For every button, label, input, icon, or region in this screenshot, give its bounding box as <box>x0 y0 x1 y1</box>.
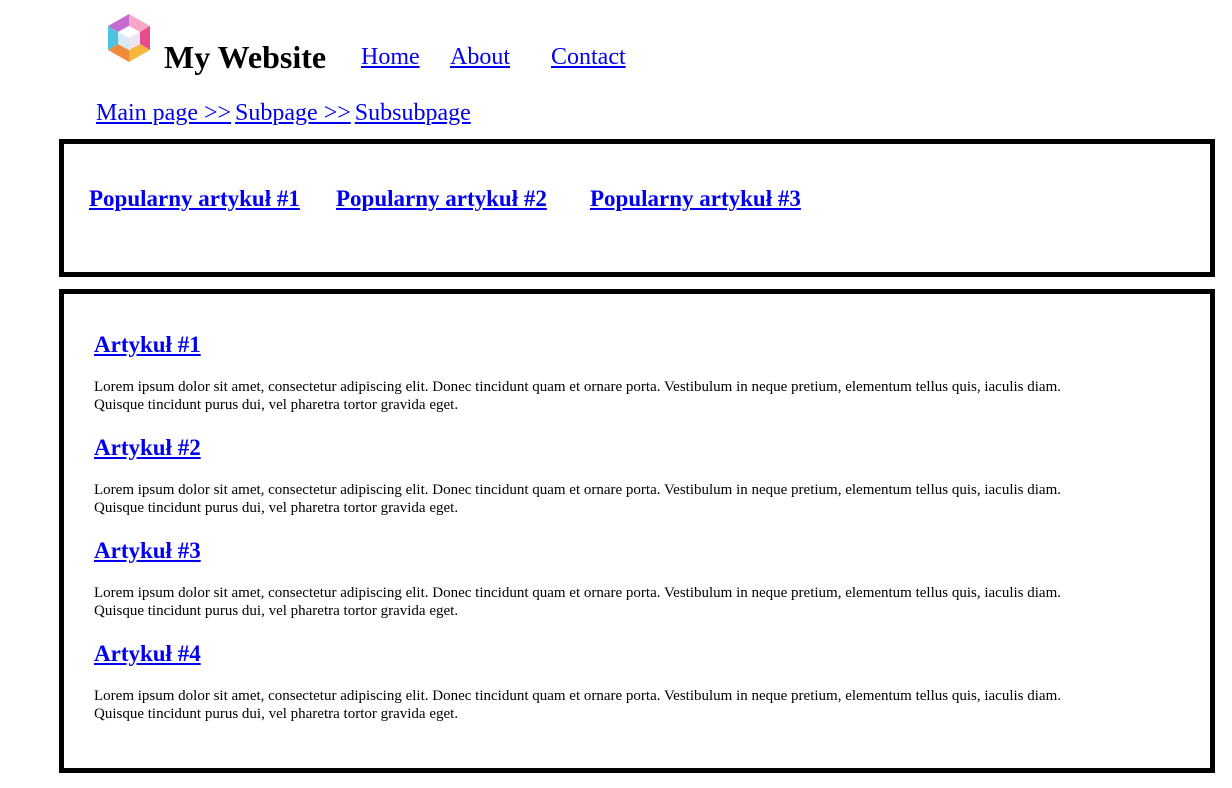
breadcrumb-main-page[interactable]: Main page >> <box>96 100 231 126</box>
popular-article-link-1[interactable]: Popularny artykuł #1 <box>89 185 300 213</box>
breadcrumb: Main page >> Subpage >> Subsubpage <box>96 99 475 127</box>
article-item: Artykuł #2 Lorem ipsum dolor sit amet, c… <box>94 434 1094 517</box>
nav-link-about[interactable]: About <box>450 43 510 71</box>
site-logo-icon <box>108 14 150 62</box>
popular-article-link-2[interactable]: Popularny artykuł #2 <box>336 185 547 213</box>
article-title-link[interactable]: Artykuł #4 <box>94 640 1094 668</box>
popular-article-link-3[interactable]: Popularny artykuł #3 <box>590 185 801 213</box>
site-header: My Website Home About Contact <box>0 0 1232 90</box>
nav-link-contact[interactable]: Contact <box>551 43 626 71</box>
breadcrumb-subpage[interactable]: Subpage >> <box>235 100 351 126</box>
article-excerpt: Lorem ipsum dolor sit amet, consectetur … <box>94 585 1062 619</box>
articles-section: Artykuł #1 Lorem ipsum dolor sit amet, c… <box>59 289 1215 773</box>
article-title-link[interactable]: Artykuł #1 <box>94 331 1094 359</box>
article-title-link[interactable]: Artykuł #3 <box>94 537 1094 565</box>
site-title: My Website <box>164 39 327 75</box>
article-item: Artykuł #1 Lorem ipsum dolor sit amet, c… <box>94 331 1094 414</box>
nav-link-home[interactable]: Home <box>361 43 420 71</box>
article-title-link[interactable]: Artykuł #2 <box>94 434 1094 462</box>
article-item: Artykuł #4 Lorem ipsum dolor sit amet, c… <box>94 640 1094 723</box>
article-excerpt: Lorem ipsum dolor sit amet, consectetur … <box>94 379 1062 413</box>
popular-articles-section: Popularny artykuł #1 Popularny artykuł #… <box>59 139 1215 277</box>
article-excerpt: Lorem ipsum dolor sit amet, consectetur … <box>94 482 1062 516</box>
article-item: Artykuł #3 Lorem ipsum dolor sit amet, c… <box>94 537 1094 620</box>
article-excerpt: Lorem ipsum dolor sit amet, consectetur … <box>94 688 1062 722</box>
breadcrumb-subsubpage[interactable]: Subsubpage <box>355 100 471 126</box>
